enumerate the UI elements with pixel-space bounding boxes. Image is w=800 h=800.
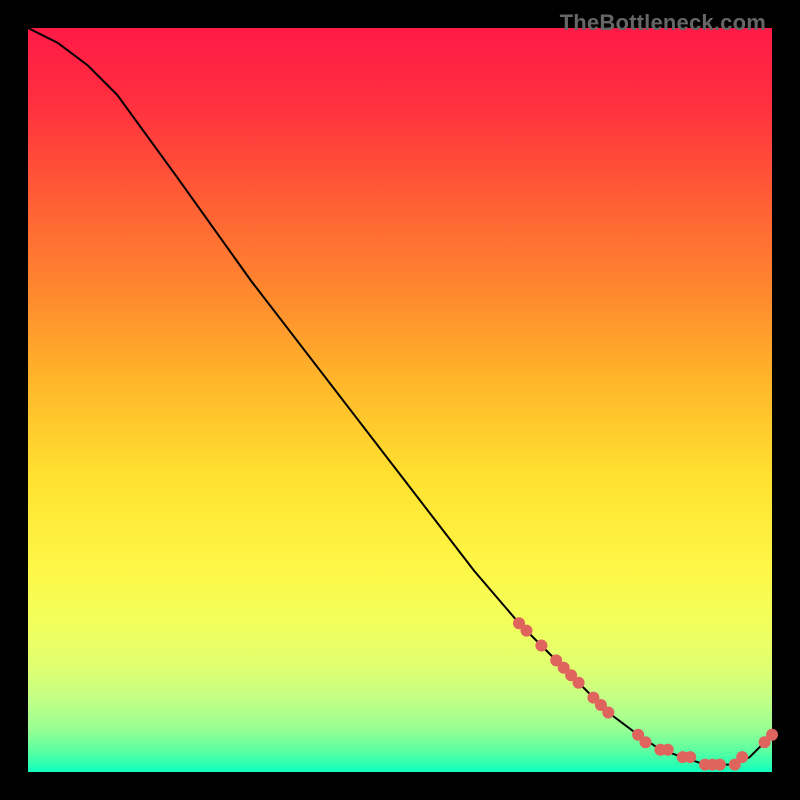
marker-dot [640, 736, 652, 748]
highlight-markers [513, 617, 778, 770]
marker-dot [602, 707, 614, 719]
marker-dot [736, 751, 748, 763]
chart-svg [28, 28, 772, 772]
marker-dot [662, 744, 674, 756]
marker-dot [714, 759, 726, 771]
marker-dot [535, 640, 547, 652]
watermark-text: TheBottleneck.com [560, 10, 766, 36]
marker-dot [684, 751, 696, 763]
marker-dot [766, 729, 778, 741]
plot-area [28, 28, 772, 772]
marker-dot [521, 625, 533, 637]
chart-frame: TheBottleneck.com [0, 0, 800, 800]
marker-dot [573, 677, 585, 689]
bottleneck-curve [28, 28, 772, 765]
